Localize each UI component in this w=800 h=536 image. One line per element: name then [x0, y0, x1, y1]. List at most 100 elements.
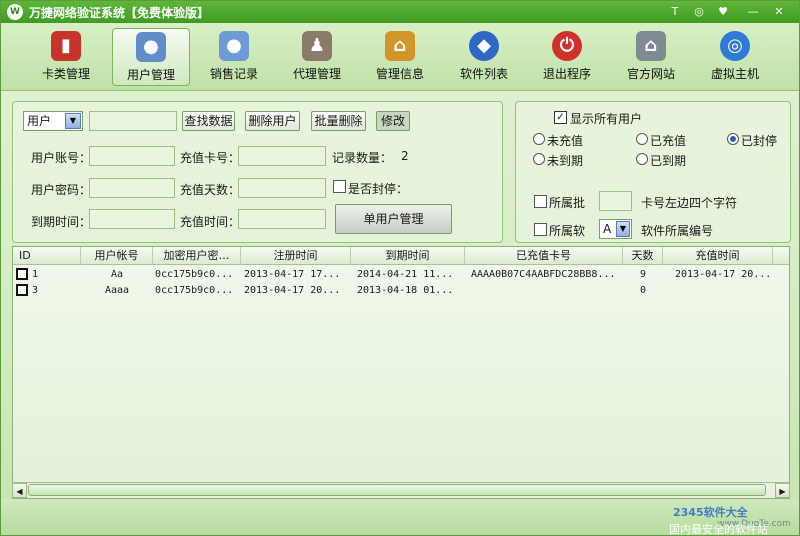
cell-recharge-time [675, 283, 775, 298]
radio-banned[interactable] [727, 133, 739, 145]
tool-software-list[interactable]: ◆ 软件列表 [445, 28, 523, 86]
column-header-expire-time[interactable]: 到期时间 [351, 247, 465, 265]
column-header-account[interactable]: 用户帐号 [81, 247, 153, 265]
card-prefix-label: 卡号左边四个字符 [641, 196, 738, 210]
banned-checkbox[interactable] [333, 180, 346, 193]
chevron-down-icon: ▼ [65, 113, 81, 129]
record-count-label: 记录数量： [332, 151, 393, 165]
feedback-button[interactable]: ◎ [689, 3, 709, 20]
password-field[interactable] [89, 178, 175, 198]
column-header-recharge-time[interactable]: 充值时间 [663, 247, 773, 265]
tool-label: 官方网站 [626, 67, 675, 81]
column-header-id[interactable]: ID [13, 247, 81, 265]
user-table: ID 用户帐号 加密用户密… 注册时间 到期时间 已充值卡号 天数 充值时间 1… [12, 246, 790, 499]
tool-label: 管理信息 [375, 67, 424, 81]
column-header-card[interactable]: 已充值卡号 [465, 247, 623, 265]
title-bar: W 万捷网络验证系统【免费体验版】 T ◎ ♥ — ✕ [1, 1, 799, 23]
window-title: 万捷网络验证系统【免费体验版】 [29, 6, 210, 20]
table-row[interactable]: 1 Aa 0cc175b9c0... 2013-04-17 17... 2014… [13, 267, 789, 282]
cell-account: Aaaa [104, 285, 130, 296]
radio-recharged-label: 已充值 [650, 134, 687, 148]
recharge-time-field[interactable] [238, 209, 326, 229]
recharge-days-field[interactable] [238, 178, 326, 198]
account-label: 用户账号： [31, 151, 92, 165]
main-toolbar: ▮ 卡类管理 ● 用户管理 ● 销售记录 ♟ 代理管理 ⌂ 管理信息 ◆ 软件列… [1, 23, 799, 91]
watermark-slogan: 国内最安全的软件站 [669, 523, 768, 536]
agent-icon: ♟ [302, 31, 332, 61]
horizontal-scrollbar[interactable]: ◀ ▶ [12, 482, 790, 498]
record-count-value: 2 [401, 149, 409, 163]
table-header: ID 用户帐号 加密用户密… 注册时间 到期时间 已充值卡号 天数 充值时间 [13, 247, 789, 265]
cell-password: 0cc175b9c0... [155, 269, 234, 280]
tool-agent-management[interactable]: ♟ 代理管理 [278, 28, 356, 86]
skin-button[interactable]: T [665, 3, 685, 20]
cell-recharge-time: 2013-04-17 20... [675, 269, 772, 280]
delete-user-button[interactable]: 删除用户 [245, 111, 300, 131]
show-all-label: 显示所有用户 [570, 112, 643, 126]
batch-label: 所属批 [549, 196, 586, 210]
table-row[interactable]: 3 Aaaa 0cc175b9c0... 2013-04-17 20... 20… [13, 283, 789, 298]
cell-card: AAAA0B07C4AABFDC28BB8... [471, 269, 616, 280]
cell-register-time: 2013-04-17 17... [244, 269, 341, 280]
radio-recharged[interactable] [636, 133, 648, 145]
scrollbar-thumb[interactable] [28, 484, 766, 496]
radio-expired[interactable] [636, 153, 648, 165]
radio-not-recharged[interactable] [533, 133, 545, 145]
cell-days: 0 [639, 285, 647, 296]
tool-label: 代理管理 [292, 67, 341, 81]
row-checkbox[interactable] [16, 284, 28, 296]
tool-exit[interactable]: ⏻ 退出程序 [528, 28, 606, 86]
account-field[interactable] [89, 146, 175, 166]
tool-admin-info[interactable]: ⌂ 管理信息 [361, 28, 439, 86]
app-window: W 万捷网络验证系统【免费体验版】 T ◎ ♥ — ✕ ▮ 卡类管理 ● 用户管… [0, 0, 800, 536]
batch-checkbox[interactable] [534, 195, 547, 208]
radio-not-expired[interactable] [533, 153, 545, 165]
radio-not-recharged-label: 未充值 [547, 134, 584, 148]
power-icon: ⏻ [552, 31, 582, 61]
banned-label: 是否封停： [348, 182, 409, 196]
column-header-days[interactable]: 天数 [623, 247, 663, 265]
tool-card-management[interactable]: ▮ 卡类管理 [27, 28, 105, 86]
search-button[interactable]: 查找数据 [182, 111, 235, 131]
favorite-button[interactable]: ♥ [713, 3, 733, 20]
minimize-button[interactable]: — [743, 3, 763, 20]
info-icon: ⌂ [385, 31, 415, 61]
cell-days: 9 [639, 269, 647, 280]
watermark-site: 2345软件大全 [673, 506, 748, 519]
column-header-register-time[interactable]: 注册时间 [241, 247, 351, 265]
cell-id: 3 [32, 285, 39, 296]
show-all-checkbox[interactable]: ✓ [554, 111, 567, 124]
search-type-select[interactable]: 用户 ▼ [23, 111, 83, 131]
single-user-manage-button[interactable]: 单用户管理 [335, 204, 452, 234]
tool-user-management[interactable]: ● 用户管理 [112, 28, 190, 86]
radio-not-expired-label: 未到期 [547, 154, 584, 168]
cell-password: 0cc175b9c0... [155, 285, 234, 296]
home-icon: ⌂ [636, 31, 666, 61]
software-select[interactable]: A ▼ [599, 219, 632, 239]
card-number-label: 充值卡号： [180, 151, 241, 165]
batch-field[interactable] [599, 191, 632, 211]
filter-panel: ✓ 显示所有用户 未充值 已充值 已封停 未到期 已到期 所属批 卡号左边四个字… [515, 101, 791, 243]
column-header-password[interactable]: 加密用户密… [153, 247, 241, 265]
globe-icon: ◎ [720, 31, 750, 61]
batch-delete-button[interactable]: 批量删除 [311, 111, 366, 131]
close-button[interactable]: ✕ [769, 3, 789, 20]
radio-banned-label: 已封停 [741, 134, 778, 148]
search-input[interactable] [89, 111, 177, 131]
tool-sales-records[interactable]: ● 销售记录 [195, 28, 273, 86]
card-icon: ▮ [51, 31, 81, 61]
tool-label: 退出程序 [542, 67, 591, 81]
radio-expired-label: 已到期 [650, 154, 687, 168]
tool-official-site[interactable]: ⌂ 官方网站 [612, 28, 690, 86]
modify-button[interactable]: 修改 [376, 111, 410, 131]
row-checkbox[interactable] [16, 268, 28, 280]
recharge-time-label: 充值时间： [180, 215, 241, 229]
expire-time-field[interactable] [89, 209, 175, 229]
tool-virtual-host[interactable]: ◎ 虚拟主机 [696, 28, 774, 86]
scroll-left-icon[interactable]: ◀ [12, 483, 27, 498]
software-checkbox[interactable] [534, 223, 547, 236]
tool-label: 软件列表 [459, 67, 508, 81]
card-number-field[interactable] [238, 146, 326, 166]
scroll-right-icon[interactable]: ▶ [775, 483, 790, 498]
software-icon: ◆ [469, 31, 499, 61]
